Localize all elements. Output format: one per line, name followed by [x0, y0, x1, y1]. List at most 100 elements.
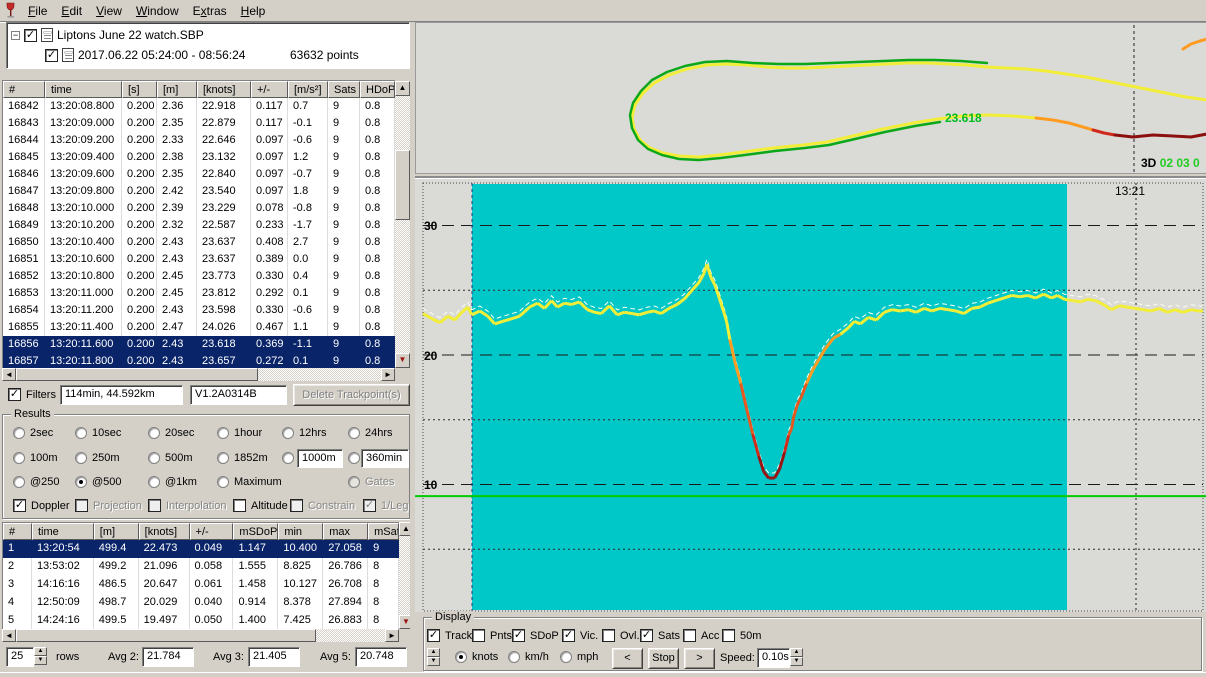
table-row[interactable]: 1685013:20:10.4000.2002.4323.6370.4082.7…	[3, 234, 395, 251]
table-row[interactable]: 213:53:02499.221.0960.0581.5558.82526.78…	[3, 558, 399, 576]
radio-unit-kmh[interactable]: km/h	[508, 651, 549, 663]
results-table[interactable]: #time[m][knots]+/-mSDoPminmaxmSats113:20…	[2, 522, 399, 629]
checkbox-icon[interactable]	[233, 499, 246, 512]
column-header[interactable]: [knots]	[139, 523, 190, 540]
column-header[interactable]: [s]	[122, 81, 157, 98]
checkbox-icon[interactable]	[683, 629, 696, 642]
step-forward-button[interactable]: >	[684, 648, 715, 669]
tree-root-checkbox[interactable]: ✓	[24, 29, 37, 42]
track-table-vscrollbar[interactable]	[395, 96, 410, 353]
rows-count-field[interactable]: 25	[6, 647, 34, 667]
display-checkbox-50m[interactable]: 50m	[722, 629, 761, 642]
checkbox-projection[interactable]: Projection	[75, 499, 142, 512]
tree-root-row[interactable]: − ✓ Liptons June 22 watch.SBP	[11, 27, 204, 43]
track-table-scroll-right[interactable]: ►	[381, 368, 395, 381]
column-header[interactable]: min	[278, 523, 323, 540]
table-row[interactable]: 1684713:20:09.8000.2002.4223.5400.0971.8…	[3, 183, 395, 200]
menu-view[interactable]: View	[89, 0, 129, 22]
checkbox-icon[interactable]	[75, 499, 88, 512]
display-checkbox-pnts[interactable]: Pnts	[472, 629, 512, 642]
column-header[interactable]: max	[323, 523, 368, 540]
checkbox-icon[interactable]: ✓	[512, 629, 525, 642]
stop-button[interactable]: Stop	[648, 648, 679, 669]
track-table-vscroll-thumb[interactable]	[395, 150, 410, 220]
column-header[interactable]: mSats	[368, 523, 399, 540]
checkbox-icon[interactable]: ✓	[640, 629, 653, 642]
replay-speed-spinner[interactable]: ▲▼	[790, 648, 803, 668]
delete-trackpoints-button[interactable]: Delete Trackpoint(s)	[293, 384, 410, 406]
checkbox-icon[interactable]: ✓	[427, 629, 440, 642]
column-header[interactable]: [m/s²]	[288, 81, 328, 98]
column-header[interactable]: #	[3, 81, 45, 98]
radio-12hrs[interactable]: 12hrs	[282, 427, 327, 439]
radio-1hour[interactable]: 1hour	[217, 427, 262, 439]
radio-at500[interactable]: @500	[75, 476, 122, 488]
radio-icon[interactable]	[13, 427, 25, 439]
table-row[interactable]: 1685513:20:11.4000.2002.4724.0260.4671.1…	[3, 319, 395, 336]
radio-1852m[interactable]: 1852m	[217, 452, 268, 464]
version-field[interactable]: V1.2A0314B	[190, 385, 287, 405]
display-checkbox-acc[interactable]: Acc	[683, 629, 719, 642]
table-row[interactable]: 1684313:20:09.0000.2002.3522.8790.117-0.…	[3, 115, 395, 132]
radio-icon[interactable]	[148, 427, 160, 439]
radio-icon[interactable]	[508, 651, 520, 663]
radio-icon[interactable]	[13, 452, 25, 464]
radio-icon[interactable]	[13, 476, 25, 488]
column-header[interactable]: [m]	[157, 81, 197, 98]
table-row[interactable]: 412:50:09498.720.0290.0400.9148.37827.89…	[3, 594, 399, 612]
track-table-hscroll-thumb[interactable]	[16, 368, 258, 381]
table-row[interactable]: 1685413:20:11.2000.2002.4323.5980.330-0.…	[3, 302, 395, 319]
radio-icon[interactable]	[75, 427, 87, 439]
results-table-scroll-right[interactable]: ►	[385, 629, 399, 642]
custom-distance-input[interactable]: 1000m	[297, 449, 343, 468]
tree-session-checkbox[interactable]: ✓	[45, 49, 58, 62]
results-table-hscroll-thumb[interactable]	[16, 629, 316, 642]
track-table-scroll-up[interactable]: ▲	[395, 81, 410, 96]
checkbox-icon[interactable]	[722, 629, 735, 642]
table-row[interactable]: 1685113:20:10.6000.2002.4323.6370.3890.0…	[3, 251, 395, 268]
radio-2sec[interactable]: 2sec	[13, 427, 53, 439]
table-row[interactable]: 314:16:16486.520.6470.0611.45810.12726.7…	[3, 576, 399, 594]
menu-extras[interactable]: Extras	[186, 0, 234, 22]
table-row[interactable]: 1684413:20:09.2000.2002.3322.6460.097-0.…	[3, 132, 395, 149]
column-header[interactable]: #	[3, 523, 32, 540]
radio-icon[interactable]	[282, 452, 294, 464]
menu-help[interactable]: Help	[234, 0, 273, 22]
table-row[interactable]: 1685213:20:10.8000.2002.4523.7730.3300.4…	[3, 268, 395, 285]
checkbox-constrain[interactable]: Constrain	[290, 499, 355, 512]
tree-session-row[interactable]: ✓ 2017.06.22 05:24:00 - 08:56:24 63632 p…	[45, 47, 245, 63]
checkbox-doppler[interactable]: ✓Doppler	[13, 499, 70, 512]
radio-20sec[interactable]: 20sec	[148, 427, 194, 439]
table-row[interactable]: 1684213:20:08.8000.2002.3622.9180.1170.7…	[3, 98, 395, 115]
radio-icon[interactable]	[75, 452, 87, 464]
radio-icon[interactable]	[217, 476, 229, 488]
radio-icon[interactable]	[217, 452, 229, 464]
menu-file[interactable]: File	[21, 0, 54, 22]
radio-icon[interactable]	[148, 452, 160, 464]
radio-icon[interactable]	[282, 427, 294, 439]
radio-icon[interactable]	[455, 651, 467, 663]
table-row[interactable]: 1685313:20:11.0000.2002.4523.8120.2920.1…	[3, 285, 395, 302]
table-row[interactable]: 1684813:20:10.0000.2002.3923.2290.078-0.…	[3, 200, 395, 217]
table-row[interactable]: 1684513:20:09.4000.2002.3823.1320.0971.2…	[3, 149, 395, 166]
checkbox-icon[interactable]	[602, 629, 615, 642]
menu-window[interactable]: Window	[129, 0, 186, 22]
chart-zoom-spinner[interactable]: ▲▼	[427, 648, 440, 668]
radio-icon[interactable]	[348, 427, 360, 439]
display-checkbox-sdop[interactable]: ✓SDoP	[512, 629, 559, 642]
track-table-scroll-left[interactable]: ◄	[2, 368, 16, 381]
table-row[interactable]: 1684613:20:09.6000.2002.3522.8400.097-0.…	[3, 166, 395, 183]
checkbox-icon[interactable]	[472, 629, 485, 642]
radio-icon[interactable]	[560, 651, 572, 663]
column-header[interactable]: [knots]	[197, 81, 251, 98]
results-table-scroll-left[interactable]: ◄	[2, 629, 16, 642]
step-back-button[interactable]: <	[612, 648, 643, 669]
radio-250m[interactable]: 250m	[75, 452, 120, 464]
display-checkbox-ovl[interactable]: Ovl.	[602, 629, 640, 642]
checkbox-icon[interactable]	[290, 499, 303, 512]
radio-icon[interactable]	[75, 476, 87, 488]
custom-time-input[interactable]: 360min	[361, 449, 409, 468]
filters-summary-field[interactable]: 114min, 44.592km	[60, 385, 183, 405]
speed-chart-pane[interactable]: 30 20 10 13:21	[415, 178, 1206, 612]
rows-count-spinner[interactable]: ▲▼	[34, 647, 47, 667]
